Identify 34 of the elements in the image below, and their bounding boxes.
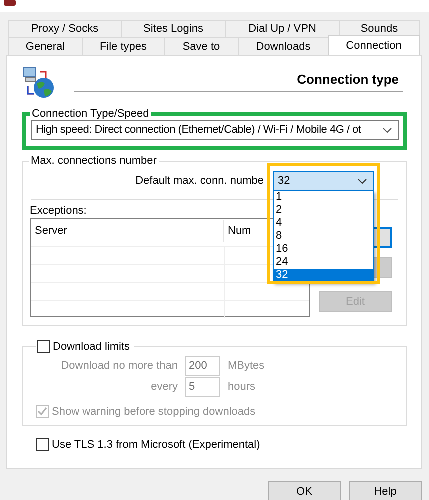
checkbox[interactable] [36, 438, 49, 451]
tab[interactable]: General [8, 37, 83, 55]
network-globe-icon [22, 66, 56, 100]
field-label: every [150, 381, 179, 393]
tab[interactable]: Dial Up / VPN [225, 20, 340, 37]
column-header[interactable]: Server [31, 220, 224, 242]
chevron-down-icon [358, 178, 367, 184]
checkbox-label: Use TLS 1.3 from Microsoft (Experimental) [52, 438, 260, 450]
tab[interactable]: Sites Logins [121, 20, 226, 37]
connection-type-dropdown[interactable]: High speed: Direct connection (Ethernet/Cable) / Wi-Fi / Mobile 4G / ot [31, 120, 399, 140]
group-label: Max. connections number [30, 155, 158, 167]
unit-label: hours [228, 381, 256, 393]
unit-label: MBytes [228, 360, 265, 372]
dropdown-option[interactable]: 8 [274, 230, 373, 243]
field-label: Default max. conn. numbe [136, 175, 264, 187]
tab[interactable]: Connection [328, 35, 420, 55]
checkbox-label: Download limits [53, 340, 130, 352]
dropdown-option[interactable]: 4 [274, 217, 373, 230]
dropdown-option[interactable]: 24 [274, 256, 373, 269]
tab[interactable]: Proxy / Socks [8, 20, 122, 37]
tab[interactable]: File types [82, 37, 165, 55]
dropdown-option[interactable]: 2 [274, 204, 373, 217]
dropdown-option[interactable]: 1 [274, 191, 373, 204]
dialog-button[interactable]: OK [268, 481, 341, 500]
chevron-down-icon [383, 128, 392, 132]
dropdown-option[interactable]: 16 [274, 243, 373, 256]
field-label: Download no more than [60, 360, 179, 372]
checkbox-label: Show warning before stopping downloads [52, 406, 256, 418]
group-label: Connection Type/Speed [31, 108, 150, 120]
exceptions-label: Exceptions: [30, 205, 87, 217]
section-title: Connection type [296, 72, 400, 87]
max-connections-dropdown[interactable]: 32 [273, 171, 374, 191]
dropdown-option[interactable]: 32 [274, 269, 373, 282]
dialog-button[interactable]: Help [349, 481, 422, 500]
